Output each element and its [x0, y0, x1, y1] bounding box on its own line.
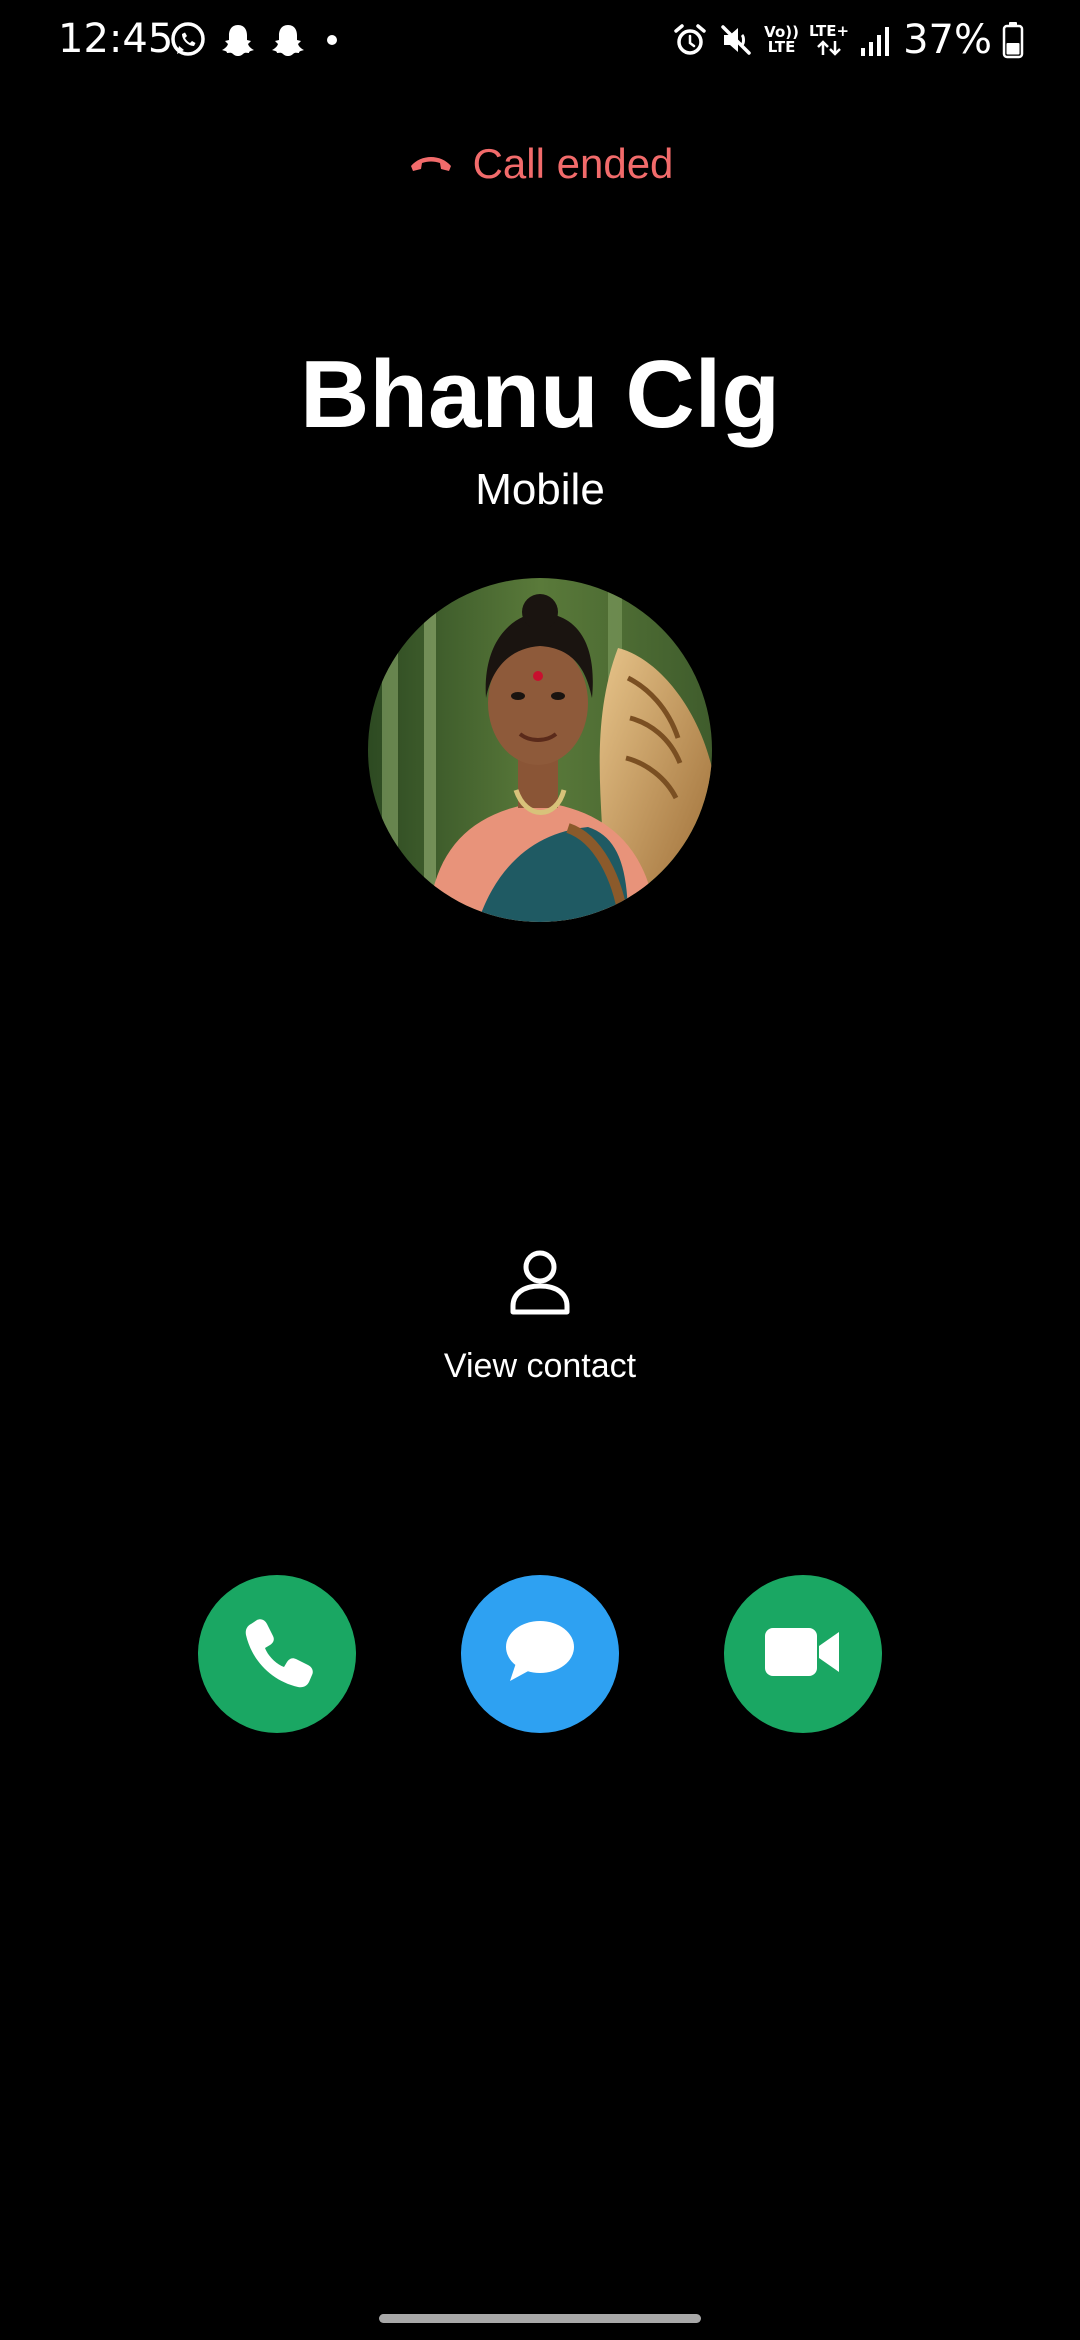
mute-icon [718, 22, 754, 58]
message-button[interactable] [461, 1575, 619, 1733]
lte-plus-icon: LTE+ [808, 21, 850, 57]
data-arrows-icon [817, 39, 841, 56]
alarm-icon [672, 22, 708, 58]
dot-icon [318, 20, 342, 60]
snapchat-icon [268, 20, 308, 60]
message-icon [502, 1617, 578, 1691]
contact-number-type: Mobile [475, 465, 605, 514]
call-status-text: Call ended [472, 140, 674, 187]
volte-bottom-label: LTE [767, 38, 796, 56]
contact-photo [368, 578, 712, 922]
contact-name: Bhanu Clg [300, 341, 780, 448]
signal-icon [859, 22, 893, 58]
lte-plus-label: LTE+ [808, 21, 850, 40]
phone-icon [239, 1614, 315, 1694]
notification-icons [168, 18, 342, 62]
whatsapp-icon [168, 20, 208, 60]
battery-icon [1002, 21, 1024, 59]
view-contact-label: View contact [443, 1347, 637, 1385]
call-button[interactable] [198, 1575, 356, 1733]
call-status: Call ended [0, 132, 1080, 196]
call-end-icon [407, 150, 455, 178]
home-gesture-bar[interactable] [379, 2314, 701, 2323]
volte-icon: Vo)) LTE [764, 25, 799, 55]
status-time: 12:45 [58, 16, 174, 62]
snapchat-icon [218, 20, 258, 60]
view-contact-button[interactable]: View contact [390, 1250, 690, 1420]
video-icon [763, 1622, 843, 1686]
video-call-button[interactable] [724, 1575, 882, 1733]
system-icons: Vo)) LTE LTE+ 37% [672, 14, 1024, 66]
status-bar: 12:45 Vo)) LTE LTE+ 37% [0, 0, 1080, 80]
battery-percent: 37% [903, 17, 992, 63]
person-icon [509, 1250, 571, 1320]
